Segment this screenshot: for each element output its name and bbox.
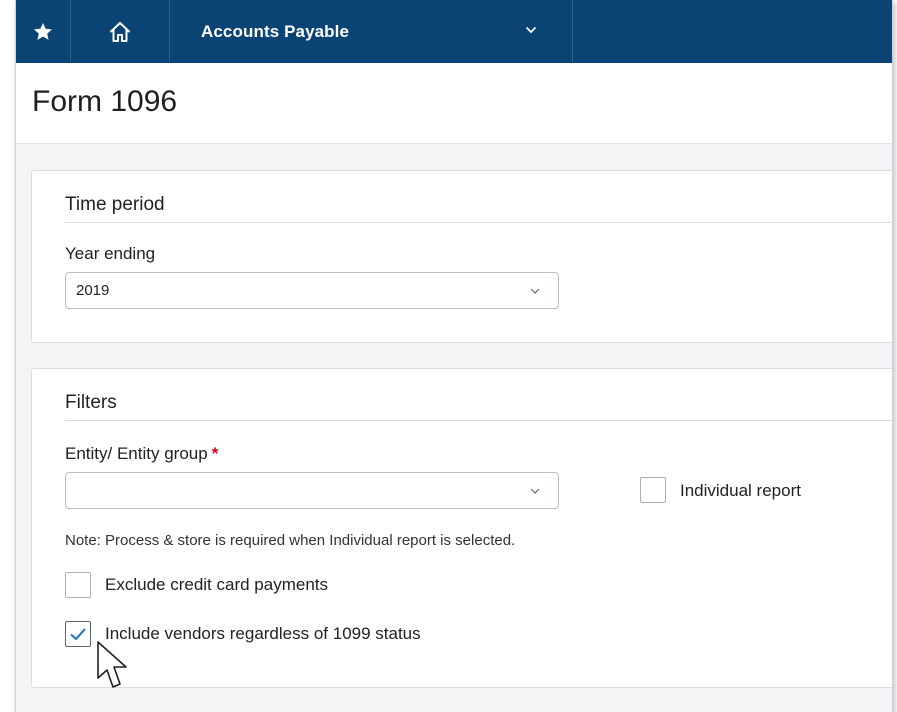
chevron-down-icon bbox=[530, 488, 540, 494]
filters-section: Filters Entity/ Entity group * Individual… bbox=[31, 368, 892, 688]
entity-select[interactable] bbox=[65, 472, 559, 509]
module-label: Accounts Payable bbox=[201, 21, 350, 41]
filters-title: Filters bbox=[65, 392, 117, 413]
page-header: Form 1096 bbox=[16, 63, 892, 144]
page-title: Form 1096 bbox=[32, 85, 178, 118]
section-divider bbox=[65, 420, 892, 421]
chevron-down-icon bbox=[525, 26, 537, 34]
home-icon bbox=[110, 21, 130, 42]
year-ending-select[interactable]: 2019 bbox=[65, 272, 559, 309]
checkmark-icon bbox=[70, 628, 86, 641]
favorites-button[interactable] bbox=[16, 0, 71, 63]
note-text: Note: Process & store is required when I… bbox=[65, 532, 516, 549]
entity-label-text: Entity/ Entity group bbox=[65, 444, 208, 463]
entity-label: Entity/ Entity group * bbox=[65, 444, 218, 464]
include-vendors-label[interactable]: Include vendors regardless of 1099 statu… bbox=[105, 624, 421, 644]
required-marker: * bbox=[211, 444, 219, 463]
app-window: Accounts Payable Form 1096 Time period Y… bbox=[15, 0, 893, 712]
exclude-credit-card-label[interactable]: Exclude credit card payments bbox=[105, 575, 328, 595]
mouse-pointer-icon bbox=[97, 641, 127, 688]
section-divider bbox=[65, 222, 892, 223]
time-period-title: Time period bbox=[65, 194, 165, 215]
chevron-down-icon bbox=[530, 288, 540, 294]
time-period-section: Time period Year ending 2019 bbox=[31, 170, 892, 343]
top-navigation-bar: Accounts Payable bbox=[16, 0, 892, 63]
include-vendors-checkbox[interactable] bbox=[65, 621, 91, 647]
individual-report-checkbox[interactable] bbox=[640, 477, 666, 503]
home-button[interactable] bbox=[71, 0, 170, 63]
star-icon bbox=[34, 22, 52, 40]
year-ending-label: Year ending bbox=[65, 244, 156, 263]
module-selector[interactable]: Accounts Payable bbox=[170, 0, 573, 63]
individual-report-label[interactable]: Individual report bbox=[680, 481, 801, 501]
exclude-credit-card-checkbox[interactable] bbox=[65, 572, 91, 598]
year-ending-value: 2019 bbox=[76, 282, 110, 299]
